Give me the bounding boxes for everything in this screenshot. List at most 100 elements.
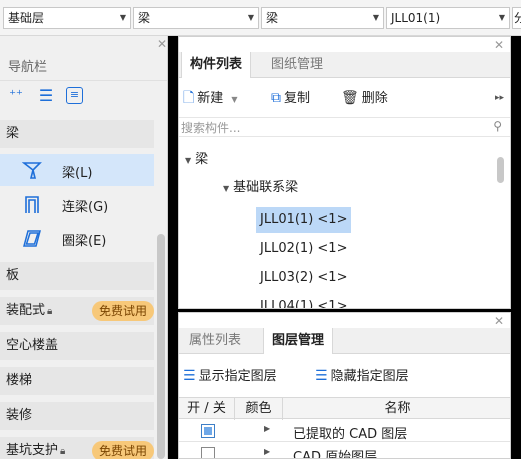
- floor-select[interactable]: 基础层 ▼: [3, 7, 131, 29]
- chevron-down-icon: ▼: [247, 13, 254, 22]
- component-list-panel: ✕ 构件列表 图纸管理 🗋︎新建 ▼ ⧉复制 🗑︎删除 ▸▸ ⚲ ▼梁 ▼基础联…: [178, 36, 511, 309]
- layer-row[interactable]: ▶ 已提取的 CAD 图层: [179, 420, 510, 442]
- tree-item-jll02[interactable]: JLL02(1) <1>: [260, 236, 347, 262]
- nav-category-prefab[interactable]: 装配式 🔒︎ 免费试用: [0, 297, 154, 325]
- floor-select-value: 基础层: [8, 11, 45, 25]
- copy-icon: ⧉: [271, 90, 281, 106]
- nav-category-stairs[interactable]: 楼梯: [0, 367, 154, 395]
- column-header-toggle: 开 / 关: [179, 398, 235, 420]
- search-input[interactable]: [181, 119, 471, 136]
- type-select-value: 梁: [266, 11, 279, 25]
- lock-icon: 🔒︎: [47, 306, 53, 317]
- nav-category-beam[interactable]: 梁: [0, 120, 154, 148]
- nav-item-coupling-beam[interactable]: 连梁(G): [0, 188, 154, 220]
- column-header-name: 名称: [384, 401, 411, 416]
- column-header-color: 颜色: [235, 398, 283, 420]
- nav-category-decoration[interactable]: 装修: [0, 402, 154, 430]
- component-select[interactable]: JLL01(1) ▼: [386, 7, 510, 29]
- layer-table-header: 开 / 关 颜色 名称: [179, 397, 510, 420]
- search-icon[interactable]: ⚲: [493, 119, 502, 133]
- tree-node-label: 基础联系梁: [233, 180, 299, 195]
- layer-toggle-checkbox[interactable]: [201, 424, 215, 438]
- beam-icon: [22, 162, 42, 179]
- category-label: 装修: [6, 408, 33, 423]
- layer-row[interactable]: ▶ CAD 原始图层: [179, 443, 510, 459]
- close-icon[interactable]: ✕: [494, 315, 504, 327]
- chevron-down-icon: ▼: [231, 95, 238, 104]
- lock-icon: 🔒︎: [60, 446, 66, 457]
- layer-name: 已提取的 CAD 图层: [293, 427, 408, 442]
- tree-item-jll04[interactable]: JLL04(1) <1>: [260, 294, 347, 308]
- delete-button[interactable]: 🗑︎ 删除: [341, 87, 388, 109]
- nav-category-foundation-pit[interactable]: 基坑支护 🔒︎ 免费试用: [0, 437, 154, 459]
- hide-layer-label: 隐藏指定图层: [330, 369, 409, 384]
- type-select[interactable]: 梁 ▼: [261, 7, 384, 29]
- tree-node-foundation-tie-beam[interactable]: ▼ 基础联系梁: [223, 175, 298, 201]
- component-toolbar: 🗋︎ 新建 ▼ ⧉ 复制 🗑︎ 删除 ▸▸: [179, 85, 510, 111]
- nav-category-slab[interactable]: 板: [0, 262, 154, 290]
- chevron-down-icon: ▼: [119, 13, 126, 22]
- show-layer-label: 显示指定图层: [198, 369, 277, 384]
- component-tabs: 构件列表 图纸管理: [179, 52, 510, 78]
- nav-item-label: 连梁(G): [62, 200, 109, 215]
- close-icon[interactable]: ✕: [494, 39, 504, 51]
- collapse-icon[interactable]: ▼: [185, 156, 191, 165]
- component-search: ⚲: [179, 117, 510, 137]
- scrollbar[interactable]: [157, 234, 165, 459]
- layer-panel: ✕ 属性列表 图层管理 ☰ 显示指定图层 ☰ 隐藏指定图层 开 / 关 颜色 名称 …: [178, 312, 511, 459]
- nav-category-hollow-floor[interactable]: 空心楼盖: [0, 332, 154, 360]
- copy-button[interactable]: ⧉ 复制: [271, 87, 310, 109]
- extra-select[interactable]: 分: [512, 7, 521, 29]
- layer-name: CAD 原始图层: [293, 450, 378, 459]
- tree-node-beam[interactable]: ▼ 梁: [185, 147, 208, 173]
- coupling-beam-icon: [25, 196, 39, 213]
- layer-selector-bar: 基础层 ▼ 梁 ▼ 梁 ▼ JLL01(1) ▼ 分: [0, 0, 521, 36]
- category-label: 装配式: [6, 303, 46, 318]
- show-layer-icon: ☰: [183, 368, 196, 384]
- divider: [0, 80, 167, 81]
- more-icon[interactable]: ▸▸: [495, 87, 504, 109]
- add-icon[interactable]: ⁺⁺: [6, 86, 26, 106]
- category-select-value: 梁: [138, 11, 151, 25]
- free-trial-badge[interactable]: 免费试用: [92, 441, 154, 459]
- nav-toolbar: ⁺⁺ ☰ ≡: [0, 86, 167, 108]
- nav-item-ring-beam[interactable]: 圈梁(E): [0, 222, 154, 254]
- chevron-down-icon: ▼: [372, 13, 379, 22]
- tab-component-list[interactable]: 构件列表: [181, 52, 252, 78]
- hide-layer-button[interactable]: ☰ 隐藏指定图层: [315, 365, 409, 387]
- trash-icon: 🗑︎: [341, 90, 359, 106]
- delete-label: 删除: [361, 91, 388, 106]
- tab-layer-management[interactable]: 图层管理: [263, 328, 334, 354]
- new-file-icon: 🗋︎: [183, 90, 195, 106]
- copy-label: 复制: [284, 91, 311, 106]
- expand-icon[interactable]: ▶: [264, 447, 270, 456]
- list-view-icon[interactable]: ☰: [36, 86, 56, 106]
- layer-toggle-checkbox[interactable]: [201, 447, 215, 458]
- category-select[interactable]: 梁 ▼: [133, 7, 259, 29]
- category-label: 梁: [6, 126, 20, 141]
- tab-drawing-management[interactable]: 图纸管理: [263, 52, 331, 78]
- extra-select-value: 分: [514, 11, 521, 25]
- tab-property-list[interactable]: 属性列表: [181, 328, 249, 354]
- category-label: 空心楼盖: [6, 338, 59, 353]
- new-label: 新建: [197, 91, 224, 106]
- chevron-down-icon: ▼: [498, 13, 505, 22]
- nav-item-label: 圈梁(E): [62, 234, 107, 249]
- new-button[interactable]: 🗋︎ 新建 ▼: [183, 87, 238, 109]
- tree-item-jll03[interactable]: JLL03(2) <1>: [260, 265, 347, 291]
- collapse-icon[interactable]: ▼: [223, 184, 229, 193]
- detail-view-icon[interactable]: ≡: [66, 87, 83, 104]
- category-label: 楼梯: [6, 373, 33, 388]
- nav-item-beam[interactable]: 梁(L): [0, 154, 154, 186]
- component-select-value: JLL01(1): [391, 11, 441, 25]
- expand-icon[interactable]: ▶: [264, 424, 270, 433]
- show-layer-button[interactable]: ☰ 显示指定图层: [183, 365, 277, 387]
- free-trial-badge[interactable]: 免费试用: [92, 301, 154, 321]
- ring-beam-icon: [23, 230, 41, 247]
- nav-item-label: 梁(L): [62, 166, 93, 181]
- close-icon[interactable]: ✕: [157, 38, 167, 50]
- scrollbar[interactable]: [497, 157, 504, 183]
- tree-node-label: 梁: [195, 152, 209, 167]
- tree-item-jll01[interactable]: JLL01(1) <1>: [256, 207, 352, 233]
- layer-tabs: 属性列表 图层管理: [179, 328, 510, 354]
